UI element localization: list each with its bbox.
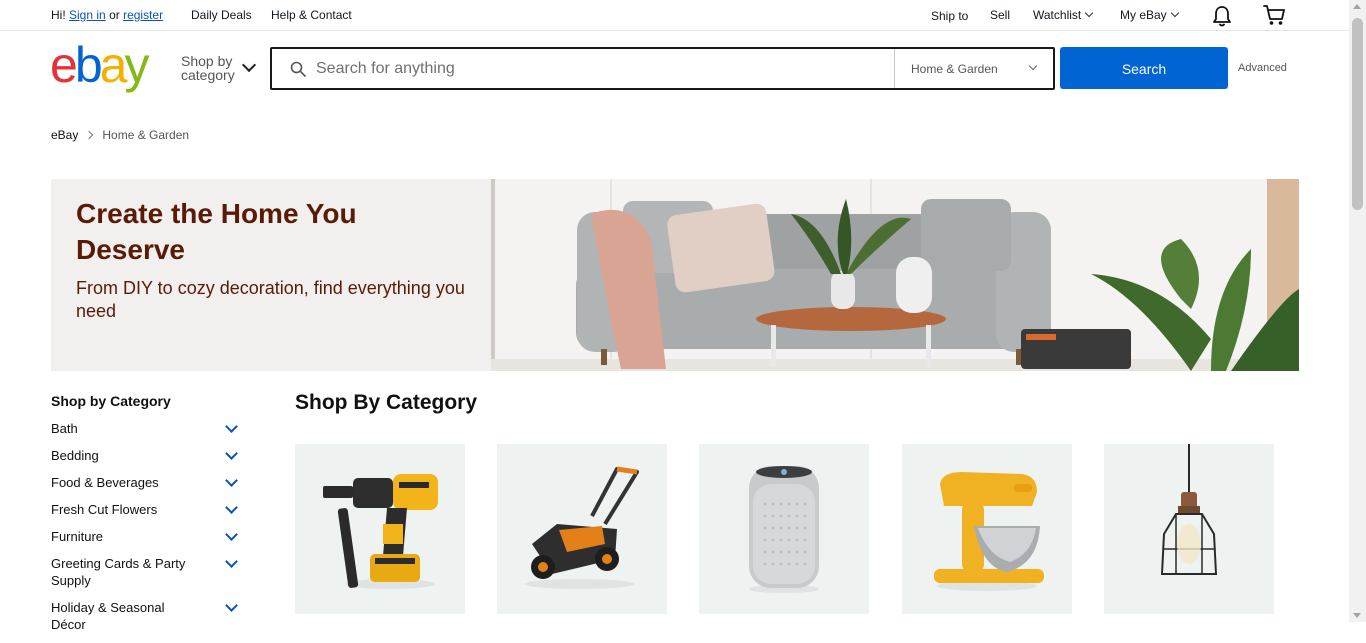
chevron-down-icon[interactable] — [225, 501, 238, 514]
hero-subtitle: From DIY to cozy decoration, find everyt… — [76, 278, 465, 321]
sidebar-item-label: Fresh Cut Flowers — [51, 502, 158, 517]
watchlist-dropdown[interactable]: Watchlist — [1033, 8, 1094, 22]
hero-banner[interactable]: Create the Home You Deserve From DIY to … — [51, 179, 1299, 371]
breadcrumb: eBay Home & Garden — [51, 128, 189, 142]
sidebar-item-label: Food & Beverages — [51, 475, 159, 490]
chevron-down-icon[interactable] — [225, 555, 238, 568]
vertical-scrollbar[interactable] — [1349, 0, 1366, 622]
my-ebay-label: My eBay — [1120, 8, 1167, 22]
sidebar-item-greeting-cards[interactable]: Greeting Cards & Party Supply — [51, 555, 241, 589]
search-button[interactable]: Search — [1060, 47, 1228, 89]
sidebar-item-food-beverages[interactable]: Food & Beverages — [51, 474, 241, 491]
cart-icon[interactable] — [1263, 4, 1285, 29]
breadcrumb-home[interactable]: eBay — [51, 128, 78, 142]
greeting: Hi! Sign in or register — [51, 8, 163, 22]
advanced-search-link[interactable]: Advanced — [1238, 62, 1287, 74]
sidebar-item-label: Greeting Cards & Party Supply — [51, 556, 186, 588]
hero-text-panel: Create the Home You Deserve From DIY to … — [51, 179, 491, 371]
category-tile-drill[interactable] — [295, 444, 465, 614]
main-section-title: Shop By Category — [295, 391, 478, 414]
chevron-down-icon — [1084, 8, 1094, 18]
greeting-prefix: Hi! — [51, 8, 66, 22]
greeting-or: or — [109, 8, 120, 22]
lawn-mower-image — [524, 466, 639, 589]
sidebar-item-furniture[interactable]: Furniture — [51, 528, 241, 545]
help-contact-link[interactable]: Help & Contact — [271, 8, 352, 22]
search-bar: Home & Garden — [270, 47, 1055, 90]
bell-icon[interactable] — [1212, 5, 1232, 30]
chevron-down-icon[interactable] — [225, 420, 238, 433]
chevron-right-icon — [85, 130, 94, 140]
sidebar-category-list: Bath Bedding Food & Beverages Fresh Cut … — [51, 420, 241, 643]
sell-link[interactable]: Sell — [990, 8, 1010, 22]
search-icon — [290, 61, 306, 77]
register-link[interactable]: register — [123, 8, 163, 22]
chevron-down-icon — [1170, 8, 1179, 18]
category-select[interactable]: Home & Garden — [894, 49, 1054, 88]
chevron-down-icon[interactable] — [225, 599, 238, 612]
pendant-lamp-image — [1160, 444, 1218, 575]
daily-deals-link[interactable]: Daily Deals — [191, 8, 252, 22]
category-select-value: Home & Garden — [911, 62, 998, 76]
scrollbar-thumb[interactable] — [1352, 18, 1363, 210]
watchlist-label: Watchlist — [1033, 8, 1082, 22]
chevron-down-icon[interactable] — [225, 528, 238, 541]
scroll-up-arrow-icon[interactable] — [1353, 4, 1361, 9]
air-purifier-image — [749, 466, 819, 593]
living-room-image — [491, 179, 1299, 371]
chevron-down-icon[interactable] — [241, 57, 257, 73]
chevron-down-icon — [1028, 61, 1038, 71]
shop-by-category-button[interactable]: Shop by category — [181, 54, 235, 82]
ebay-logo[interactable]: ebay — [50, 37, 170, 94]
category-tile-stand-mixer[interactable] — [902, 444, 1072, 614]
breadcrumb-current: Home & Garden — [102, 128, 190, 142]
sidebar-item-label: Furniture — [51, 529, 104, 544]
drill-image — [323, 474, 438, 589]
chevron-down-icon[interactable] — [225, 474, 238, 487]
svg-text:ebay: ebay — [50, 40, 149, 93]
category-tile-pendant-lamp[interactable] — [1104, 444, 1274, 614]
sidebar-item-fresh-cut-flowers[interactable]: Fresh Cut Flowers — [51, 501, 241, 518]
sidebar-item-bath[interactable]: Bath — [51, 420, 241, 437]
hero-title: Create the Home You Deserve — [76, 198, 357, 265]
sidebar-title: Shop by Category — [51, 393, 171, 409]
category-label: category — [181, 67, 235, 83]
stand-mixer-image — [934, 472, 1044, 591]
sidebar-item-label: Holiday & Seasonal Décor — [51, 600, 165, 632]
sidebar-item-holiday-seasonal[interactable]: Holiday & Seasonal Décor — [51, 599, 241, 633]
search-input[interactable] — [314, 55, 888, 83]
sign-in-link[interactable]: Sign in — [69, 8, 106, 22]
scroll-down-arrow-icon[interactable] — [1353, 613, 1361, 618]
category-tile-air-purifier[interactable] — [699, 444, 869, 614]
category-tile-lawn-mower[interactable] — [497, 444, 667, 614]
my-ebay-dropdown[interactable]: My eBay — [1120, 8, 1179, 22]
top-navigation-bar: Hi! Sign in or register Daily Deals Help… — [0, 0, 1349, 31]
sidebar-item-label: Bedding — [51, 448, 99, 463]
sidebar-item-bedding[interactable]: Bedding — [51, 447, 241, 464]
shop-by-label: Shop by — [181, 53, 233, 69]
chevron-down-icon[interactable] — [225, 447, 238, 460]
ship-to-button[interactable]: Ship to — [931, 9, 968, 23]
sidebar-item-label: Bath — [51, 421, 78, 436]
